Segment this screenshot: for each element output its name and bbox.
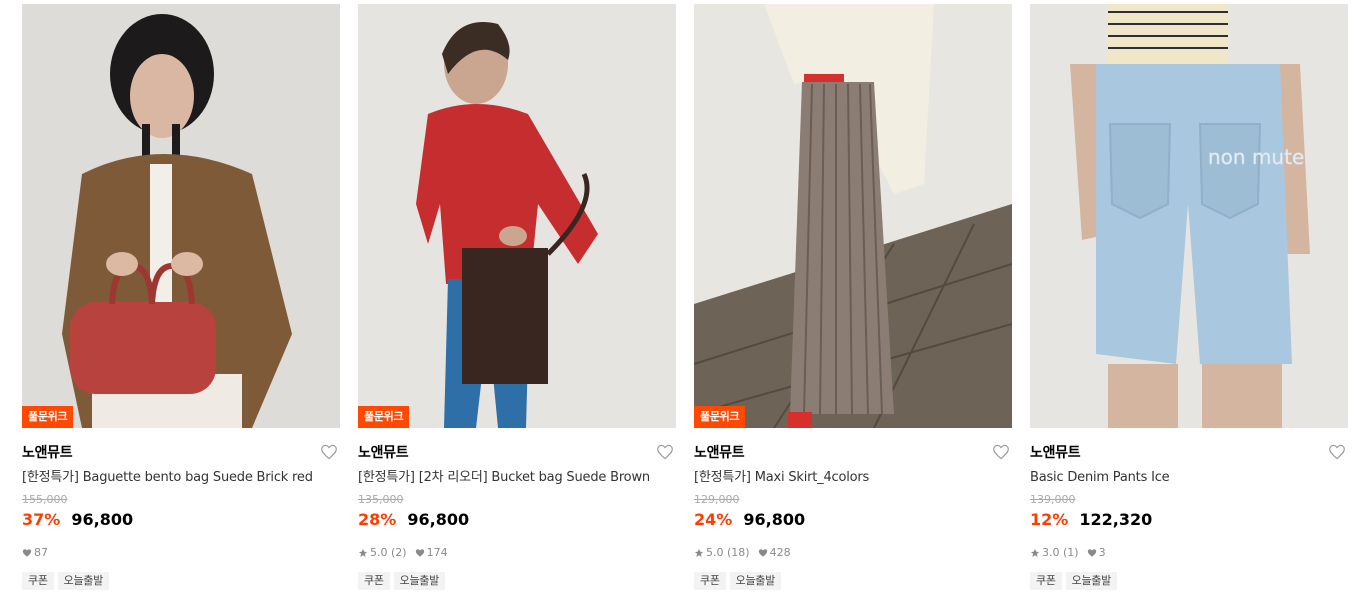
brand-name[interactable]: 노앤뮤트 <box>358 444 676 462</box>
ship-today-tag: 오늘출발 <box>393 572 445 590</box>
ship-today-tag: 오늘출발 <box>1065 572 1117 590</box>
like-heart-icon <box>415 549 424 557</box>
like-heart-icon <box>22 549 32 557</box>
product-card[interactable]: 풀문위크 노앤뮤트 [한정특가] Maxi Skirt_4colors 129,… <box>694 4 1012 594</box>
original-price: 139,000 <box>1030 493 1076 506</box>
coupon-tag: 쿠폰 <box>358 572 390 590</box>
coupon-tag: 쿠폰 <box>22 572 54 590</box>
rating: 5.0 (2) <box>370 546 407 559</box>
heart-icon[interactable] <box>992 444 1010 460</box>
product-photo <box>22 4 340 428</box>
product-meta: 5.0 (2) 174 <box>358 546 676 560</box>
heart-icon[interactable] <box>320 444 338 460</box>
brand-name[interactable]: 노앤뮤트 <box>694 444 1012 462</box>
discount-rate: 28% <box>358 510 397 529</box>
sale-price: 96,800 <box>407 510 470 529</box>
product-photo <box>694 4 1012 428</box>
brand-name[interactable]: 노앤뮤트 <box>1030 444 1348 462</box>
star-icon <box>694 548 704 557</box>
product-image[interactable]: 풀문위크 <box>694 4 1012 428</box>
star-icon <box>358 548 368 557</box>
product-meta: 3.0 (1) 3 <box>1030 546 1348 560</box>
product-image[interactable]: 풀문위크 <box>22 4 340 428</box>
product-photo: non mute <box>1030 4 1348 428</box>
product-card[interactable]: 풀문위크 노앤뮤트 [한정특가] Baguette bento bag Sued… <box>22 4 340 594</box>
original-price: 155,000 <box>22 493 68 506</box>
product-title[interactable]: [한정특가] Maxi Skirt_4colors <box>694 469 1012 487</box>
product-card[interactable]: non mute 노앤뮤트 Basic Denim Pants Ice 139,… <box>1030 4 1348 594</box>
sale-price: 122,320 <box>1079 510 1153 529</box>
product-photo <box>358 4 676 428</box>
coupon-tag: 쿠폰 <box>1030 572 1062 590</box>
discount-rate: 12% <box>1030 510 1069 529</box>
coupon-tag: 쿠폰 <box>694 572 726 590</box>
product-image[interactable]: non mute <box>1030 4 1348 428</box>
discount-rate: 37% <box>22 510 61 529</box>
like-count: 428 <box>769 546 791 559</box>
heart-icon[interactable] <box>656 444 674 460</box>
like-count: 174 <box>426 546 448 559</box>
product-card[interactable]: 풀문위크 노앤뮤트 [한정특가] [2차 리오더] Bucket bag Sue… <box>358 4 676 594</box>
product-meta: 87 <box>22 546 340 560</box>
like-heart-icon <box>758 549 767 557</box>
discount-rate: 24% <box>694 510 733 529</box>
rating: 5.0 (18) <box>706 546 750 559</box>
promo-badge: 풀문위크 <box>358 406 410 428</box>
star-icon <box>1030 548 1040 557</box>
product-grid: 풀문위크 노앤뮤트 [한정특가] Baguette bento bag Sued… <box>0 0 1358 596</box>
sale-price: 96,800 <box>71 510 134 529</box>
sale-price: 96,800 <box>743 510 806 529</box>
product-title[interactable]: [한정특가] Baguette bento bag Suede Brick re… <box>22 469 340 487</box>
product-image[interactable]: 풀문위크 <box>358 4 676 428</box>
like-heart-icon <box>1087 549 1096 557</box>
brand-name[interactable]: 노앤뮤트 <box>22 444 340 462</box>
promo-badge: 풀문위크 <box>694 406 746 428</box>
product-title[interactable]: Basic Denim Pants Ice <box>1030 469 1348 487</box>
original-price: 129,000 <box>694 493 740 506</box>
ship-today-tag: 오늘출발 <box>57 572 109 590</box>
heart-icon[interactable] <box>1328 444 1346 460</box>
like-count: 3 <box>1098 546 1106 559</box>
like-count: 87 <box>34 546 48 559</box>
original-price: 135,000 <box>358 493 404 506</box>
ship-today-tag: 오늘출발 <box>729 572 781 590</box>
product-meta: 5.0 (18) 428 <box>694 546 1012 560</box>
product-title[interactable]: [한정특가] [2차 리오더] Bucket bag Suede Brown <box>358 469 676 487</box>
rating: 3.0 (1) <box>1042 546 1079 559</box>
promo-badge: 풀문위크 <box>22 406 74 428</box>
embroidery-text: non mute <box>1208 145 1304 169</box>
